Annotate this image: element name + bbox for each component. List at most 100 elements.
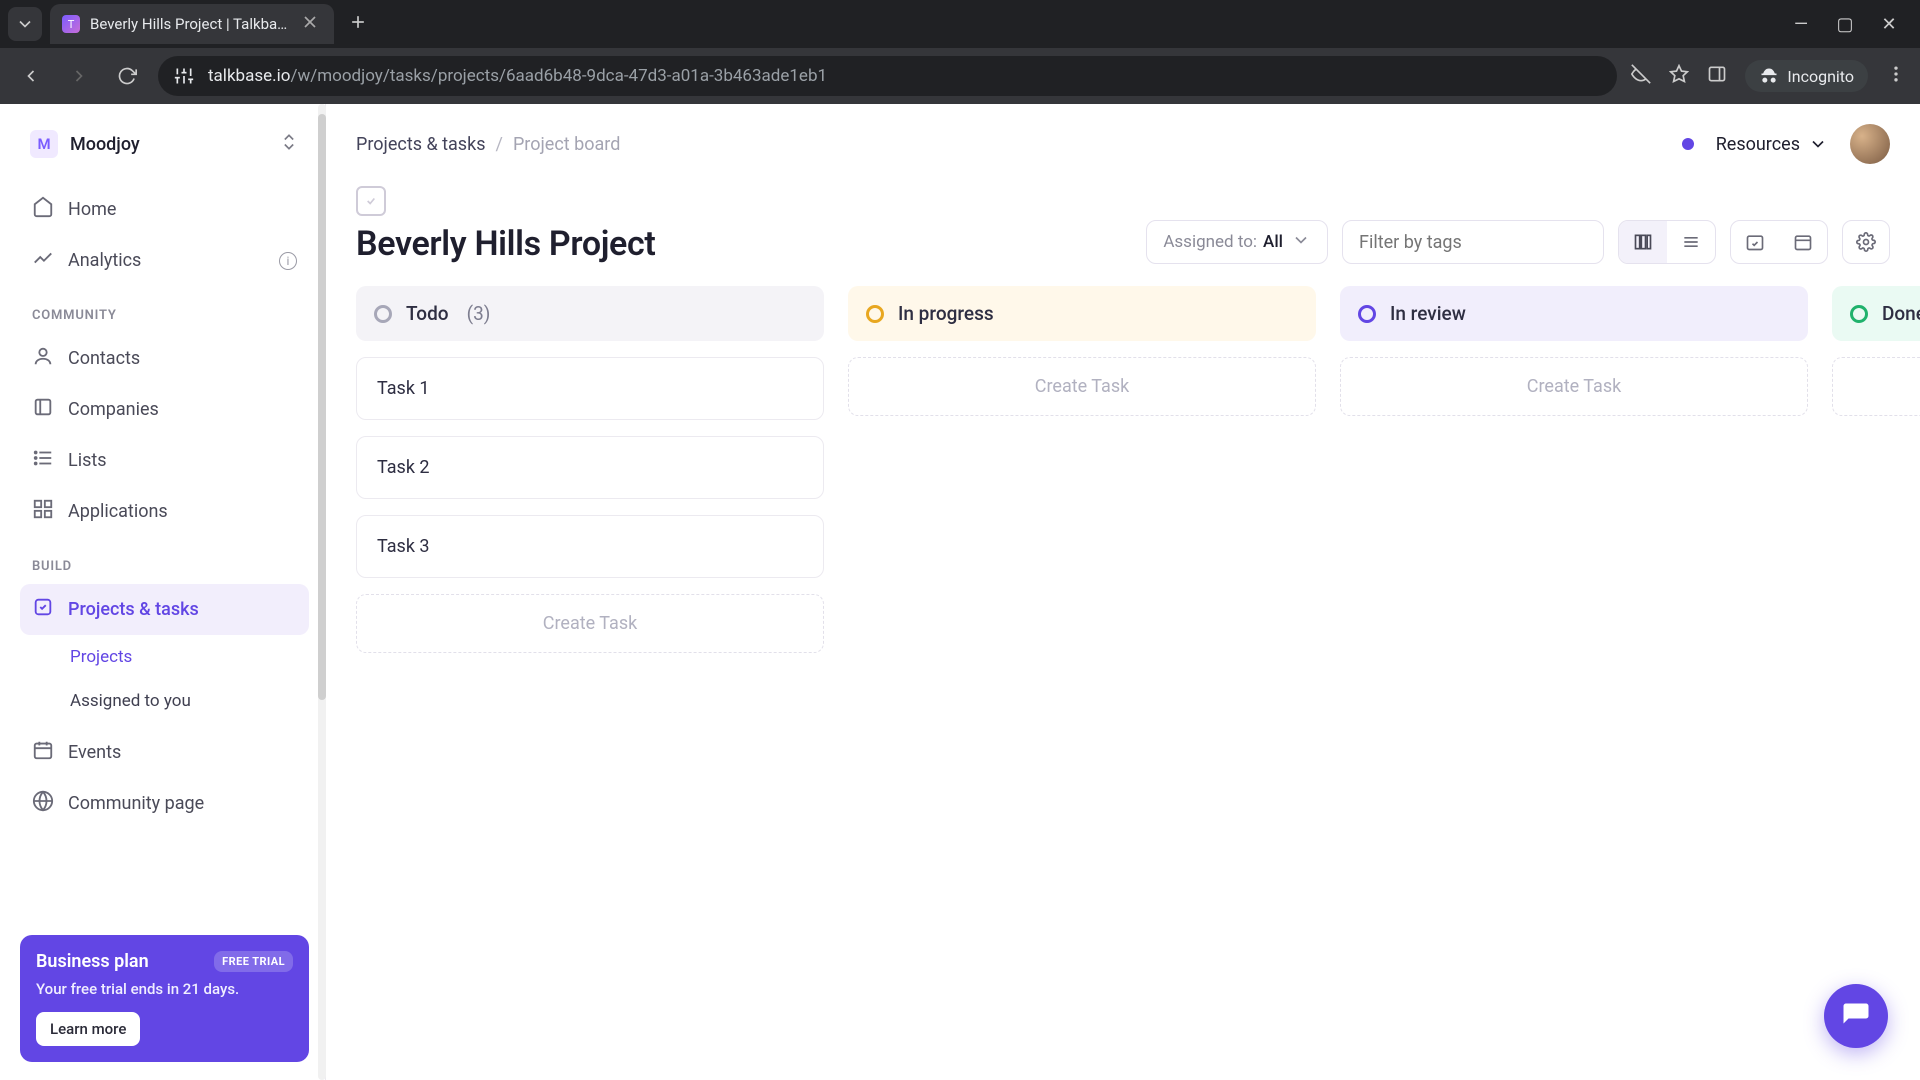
sidebar-item-companies[interactable]: Companies (20, 384, 309, 435)
chat-fab[interactable] (1824, 984, 1888, 1048)
browser-chrome: T Beverly Hills Project | Talkbase. — ▢ … (0, 0, 1920, 104)
sidebar-item-analytics[interactable]: Analytics i (20, 235, 309, 286)
url-field[interactable]: talkbase.io/w/moodjoy/tasks/projects/6aa… (158, 56, 1617, 96)
status-dot-icon (1682, 138, 1694, 150)
board-tools: Assigned to: All (1146, 220, 1890, 264)
column-header-in-progress[interactable]: In progress (848, 286, 1316, 341)
address-bar: talkbase.io/w/moodjoy/tasks/projects/6aa… (0, 48, 1920, 104)
sidebar-item-label: Companies (68, 399, 159, 420)
workspace-initial: M (30, 130, 58, 158)
new-tab-button[interactable] (342, 6, 374, 42)
sidebar-item-applications[interactable]: Applications (20, 486, 309, 537)
tasks-icon (32, 596, 54, 623)
forward-button[interactable] (62, 59, 96, 93)
breadcrumb-root[interactable]: Projects & tasks (356, 134, 486, 155)
site-settings-icon[interactable] (174, 66, 194, 86)
incognito-chip[interactable]: Incognito (1745, 60, 1868, 92)
sidebar-scrollbar[interactable] (318, 104, 326, 1080)
reload-button[interactable] (110, 59, 144, 93)
tab-bar: T Beverly Hills Project | Talkbase. — ▢ … (0, 0, 1920, 48)
close-tab-icon[interactable] (300, 12, 320, 36)
globe-icon (32, 790, 54, 817)
board-icon[interactable] (356, 186, 386, 216)
promo-subtitle: Your free trial ends in 21 days. (36, 980, 293, 998)
chrome-menu-icon[interactable] (1886, 64, 1906, 88)
column-done: Done Create Task (1832, 286, 1920, 1072)
filter-tags-input[interactable] (1342, 220, 1604, 264)
workspace-switcher[interactable]: M Moodjoy (20, 122, 309, 166)
favicon-icon: T (62, 15, 80, 33)
panel-icon[interactable] (1707, 64, 1727, 88)
workspace-name: Moodjoy (70, 134, 267, 155)
main-content: Projects & tasks / Project board Resourc… (326, 104, 1920, 1080)
maximize-button[interactable]: ▢ (1834, 14, 1856, 35)
task-card[interactable]: Task 1 (356, 357, 824, 420)
window-controls: — ▢ ✕ (1790, 14, 1912, 35)
board-columns[interactable]: Todo (3) Task 1 Task 2 Task 3 Create Tas… (336, 286, 1920, 1072)
column-title: In progress (898, 302, 994, 325)
task-card[interactable]: Task 2 (356, 436, 824, 499)
view-list-button[interactable] (1667, 221, 1715, 263)
resources-button[interactable]: Resources (1716, 134, 1828, 155)
minimize-button[interactable]: — (1790, 14, 1812, 35)
sidebar-item-label: Applications (68, 501, 168, 522)
home-icon (32, 196, 54, 223)
chat-icon (1841, 1001, 1871, 1031)
avatar[interactable] (1850, 124, 1890, 164)
promo-card: Business plan FREE TRIAL Your free trial… (20, 935, 309, 1062)
events-icon (32, 739, 54, 766)
subnav-item-projects[interactable]: Projects (60, 639, 309, 675)
sidebar-item-label: Contacts (68, 348, 140, 369)
section-label-community: COMMUNITY (20, 286, 309, 333)
board-header: Beverly Hills Project Assigned to: All (336, 174, 1920, 286)
assigned-label: Assigned to: (1163, 232, 1257, 252)
settings-button[interactable] (1842, 220, 1890, 264)
column-header-in-review[interactable]: In review (1340, 286, 1808, 341)
url-text: talkbase.io/w/moodjoy/tasks/projects/6aa… (208, 66, 1601, 86)
close-window-button[interactable]: ✕ (1878, 14, 1900, 35)
chevron-down-icon (1291, 230, 1311, 255)
learn-more-button[interactable]: Learn more (36, 1012, 140, 1046)
column-header-todo[interactable]: Todo (3) (356, 286, 824, 341)
column-title: Done (1882, 302, 1920, 325)
bookmark-star-icon[interactable] (1669, 64, 1689, 88)
sidebar-item-community-page[interactable]: Community page (20, 778, 309, 829)
browser-tab[interactable]: T Beverly Hills Project | Talkbase. (50, 4, 334, 44)
analytics-icon (32, 247, 54, 274)
calendar-check-button[interactable] (1731, 221, 1779, 263)
status-ring-icon (1358, 305, 1376, 323)
breadcrumb-current: Project board (513, 134, 620, 155)
sidebar: M Moodjoy Home Analytics i COMMUNITY Con… (0, 104, 326, 1080)
sidebar-item-contacts[interactable]: Contacts (20, 333, 309, 384)
create-task-button[interactable]: Create Task (356, 594, 824, 653)
sidebar-item-events[interactable]: Events (20, 727, 309, 778)
eye-off-icon[interactable] (1631, 64, 1651, 88)
promo-chip: FREE TRIAL (214, 951, 293, 972)
column-count: (3) (467, 302, 491, 325)
sidebar-item-projects-tasks[interactable]: Projects & tasks (20, 584, 309, 635)
back-button[interactable] (14, 59, 48, 93)
sidebar-item-home[interactable]: Home (20, 184, 309, 235)
calendar-button[interactable] (1779, 221, 1827, 263)
column-header-done[interactable]: Done (1832, 286, 1920, 341)
lists-icon (32, 447, 54, 474)
view-toggle (1618, 220, 1716, 264)
status-ring-icon (374, 305, 392, 323)
column-in-progress: In progress Create Task (848, 286, 1316, 1072)
contacts-icon (32, 345, 54, 372)
create-task-button[interactable]: Create Task (848, 357, 1316, 416)
create-task-button[interactable]: Create Task (1832, 357, 1920, 416)
create-task-button[interactable]: Create Task (1340, 357, 1808, 416)
subnav-item-assigned[interactable]: Assigned to you (60, 683, 309, 719)
view-board-button[interactable] (1619, 221, 1667, 263)
date-toggle (1730, 220, 1828, 264)
info-icon[interactable]: i (279, 252, 297, 270)
tab-title: Beverly Hills Project | Talkbase. (90, 15, 290, 33)
column-todo: Todo (3) Task 1 Task 2 Task 3 Create Tas… (356, 286, 824, 1072)
column-title: In review (1390, 302, 1466, 325)
sidebar-item-lists[interactable]: Lists (20, 435, 309, 486)
assigned-filter[interactable]: Assigned to: All (1146, 220, 1328, 264)
sidebar-item-label: Community page (68, 793, 204, 814)
task-card[interactable]: Task 3 (356, 515, 824, 578)
tab-list-button[interactable] (8, 7, 42, 41)
